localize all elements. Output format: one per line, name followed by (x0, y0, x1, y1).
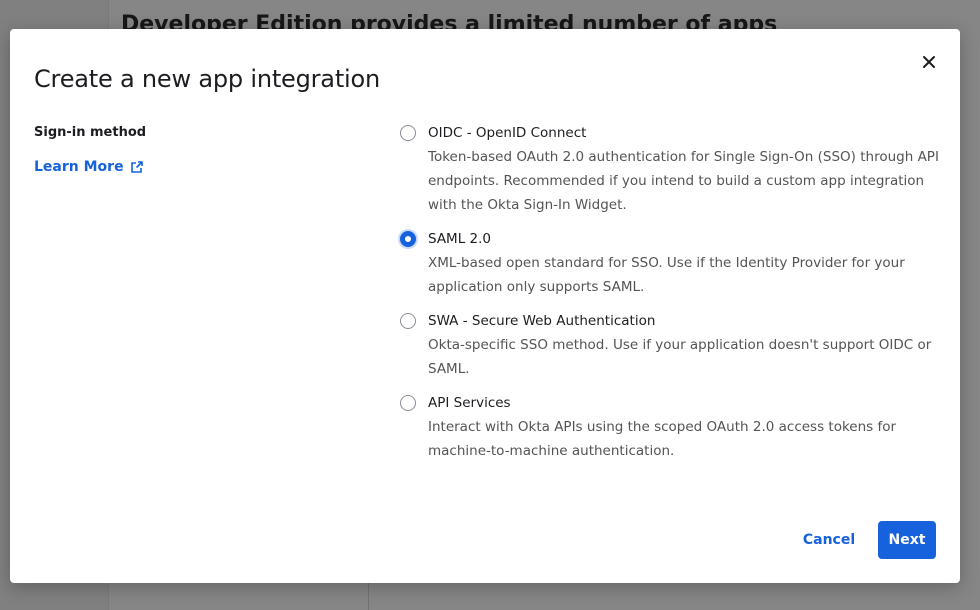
learn-more-link[interactable]: Learn More (34, 159, 144, 175)
external-link-icon (130, 161, 143, 173)
radio-saml[interactable] (400, 231, 416, 247)
cancel-button[interactable]: Cancel (794, 521, 864, 559)
radio-swa[interactable] (400, 313, 416, 329)
option-api-services[interactable]: API Services Interact with Okta APIs usi… (400, 391, 940, 463)
option-label: SWA - Secure Web Authentication (428, 313, 656, 329)
option-label: OIDC - OpenID Connect (428, 125, 587, 141)
radio-api-services[interactable] (400, 395, 416, 411)
dialog-title: Create a new app integration (34, 65, 380, 93)
option-description: Token-based OAuth 2.0 authentication for… (428, 149, 939, 213)
sign-in-method-label: Sign-in method (34, 125, 147, 140)
option-oidc[interactable]: OIDC - OpenID Connect Token-based OAuth … (400, 121, 940, 217)
option-description: Interact with Okta APIs using the scoped… (428, 419, 897, 459)
option-description: XML-based open standard for SSO. Use if … (428, 255, 905, 295)
option-saml[interactable]: SAML 2.0 XML-based open standard for SSO… (400, 227, 940, 299)
close-icon (923, 56, 935, 68)
option-label: SAML 2.0 (428, 231, 491, 247)
next-button[interactable]: Next (878, 521, 936, 559)
learn-more-label: Learn More (34, 159, 124, 175)
option-swa[interactable]: SWA - Secure Web Authentication Okta-spe… (400, 309, 940, 381)
option-label: API Services (428, 395, 511, 411)
radio-oidc[interactable] (400, 125, 416, 141)
option-description: Okta-specific SSO method. Use if your ap… (428, 337, 932, 377)
create-app-integration-dialog: Create a new app integration Sign-in met… (10, 29, 960, 583)
close-button[interactable] (916, 49, 942, 75)
